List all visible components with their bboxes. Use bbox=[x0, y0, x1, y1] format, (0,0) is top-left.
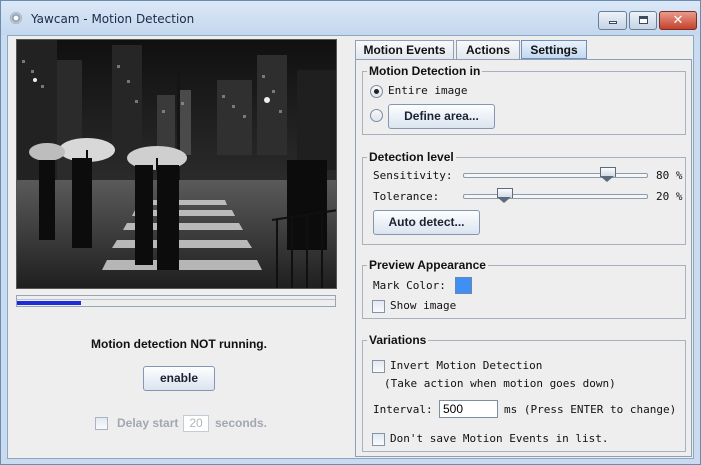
auto-detect-button[interactable]: Auto detect... bbox=[373, 210, 480, 235]
app-window: Yawcam - Motion Detection ✕ Motion detec… bbox=[0, 0, 701, 465]
window-title: Yawcam - Motion Detection bbox=[31, 12, 195, 26]
enable-button[interactable]: enable bbox=[143, 366, 215, 391]
dont-save-events-checkbox[interactable] bbox=[372, 433, 385, 446]
sensitivity-value: 80 % bbox=[656, 169, 683, 182]
night-street-photo bbox=[17, 40, 336, 288]
camera-preview-image bbox=[16, 39, 337, 289]
motion-detection-in-title: Motion Detection in bbox=[367, 64, 483, 78]
entire-image-label: Entire image bbox=[388, 84, 468, 97]
define-area-button[interactable]: Define area... bbox=[388, 104, 495, 129]
mark-color-swatch[interactable] bbox=[455, 277, 472, 294]
window-content: Motion detection NOT running. enable Del… bbox=[7, 35, 694, 459]
progress-fill bbox=[17, 301, 81, 305]
tolerance-label: Tolerance: bbox=[373, 190, 440, 203]
entire-image-radio[interactable] bbox=[370, 85, 383, 98]
tab-motion-events[interactable]: Motion Events bbox=[355, 40, 454, 59]
webcam-app-icon bbox=[10, 12, 22, 24]
settings-tab-panel: Motion Detection in Entire image Define … bbox=[355, 59, 692, 457]
detection-level-group: Detection level Sensitivity: 80 % Tolera… bbox=[362, 150, 686, 245]
detection-level-title: Detection level bbox=[367, 150, 456, 164]
minimize-button[interactable] bbox=[598, 11, 627, 30]
invert-motion-note: (Take action when motion goes down) bbox=[384, 377, 616, 390]
close-button[interactable]: ✕ bbox=[659, 11, 697, 30]
tolerance-value: 20 % bbox=[656, 190, 683, 203]
delay-start-checkbox[interactable] bbox=[95, 417, 108, 430]
motion-detection-in-group: Motion Detection in Entire image Define … bbox=[362, 64, 686, 135]
preview-appearance-group: Preview Appearance Mark Color: Show imag… bbox=[362, 258, 686, 319]
tolerance-slider-thumb[interactable] bbox=[497, 188, 513, 203]
interval-input[interactable]: 500 bbox=[439, 400, 498, 418]
sensitivity-slider[interactable] bbox=[463, 173, 648, 178]
show-image-checkbox[interactable] bbox=[372, 300, 385, 313]
interval-label: Interval: bbox=[373, 403, 433, 416]
define-area-radio[interactable] bbox=[370, 109, 383, 122]
interval-hint: ms (Press ENTER to change) bbox=[504, 403, 677, 416]
invert-motion-label: Invert Motion Detection bbox=[390, 359, 543, 372]
delay-start-label: Delay start bbox=[117, 416, 179, 430]
mark-color-label: Mark Color: bbox=[373, 279, 446, 292]
maximize-button[interactable] bbox=[629, 11, 657, 30]
close-icon: ✕ bbox=[672, 13, 684, 28]
tab-actions[interactable]: Actions bbox=[456, 40, 520, 59]
dont-save-events-label: Don't save Motion Events in list. bbox=[390, 432, 609, 445]
delay-seconds-input[interactable]: 20 bbox=[183, 415, 209, 432]
variations-group: Variations Invert Motion Detection (Take… bbox=[362, 333, 686, 452]
minimize-icon bbox=[609, 21, 617, 24]
show-image-label: Show image bbox=[390, 299, 457, 312]
motion-status-text: Motion detection NOT running. bbox=[91, 337, 267, 351]
tab-settings[interactable]: Settings bbox=[521, 40, 587, 59]
invert-motion-checkbox[interactable] bbox=[372, 360, 385, 373]
title-bar[interactable]: Yawcam - Motion Detection ✕ bbox=[1, 1, 700, 35]
tolerance-slider[interactable] bbox=[463, 194, 648, 199]
delay-seconds-label: seconds. bbox=[215, 416, 268, 430]
sensitivity-label: Sensitivity: bbox=[373, 169, 453, 182]
variations-title: Variations bbox=[367, 333, 429, 347]
preview-appearance-title: Preview Appearance bbox=[367, 258, 488, 272]
sensitivity-slider-thumb[interactable] bbox=[600, 167, 616, 182]
progress-upper-bar bbox=[17, 296, 335, 300]
maximize-icon bbox=[639, 16, 648, 24]
motion-level-progress bbox=[16, 295, 336, 307]
